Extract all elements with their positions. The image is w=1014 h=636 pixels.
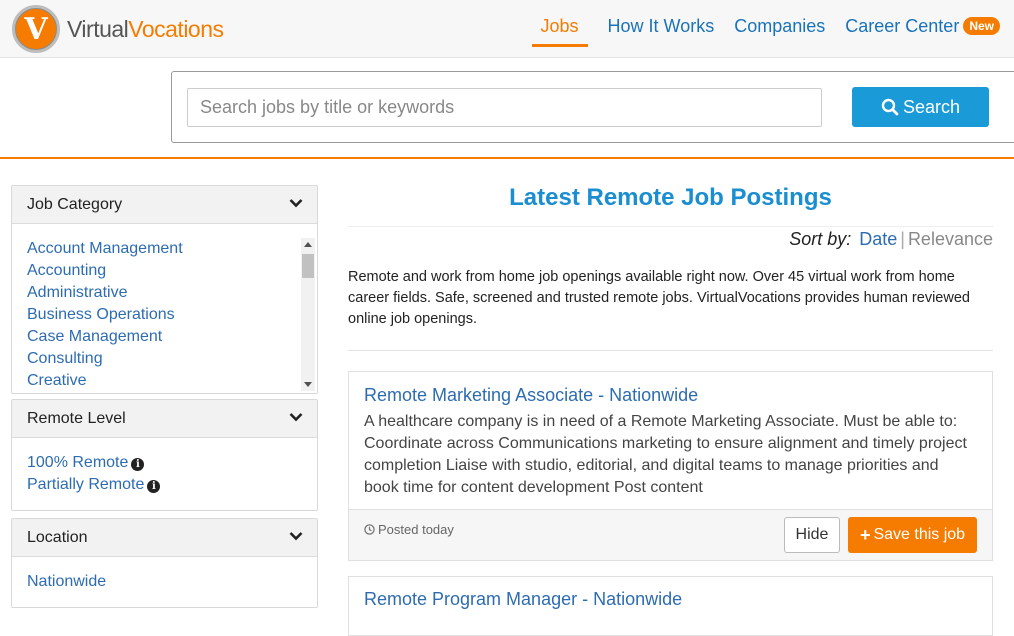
sort-by-relevance[interactable]: Relevance	[908, 229, 993, 249]
job-title-link[interactable]: Remote Program Manager - Nationwide	[349, 577, 992, 610]
job-card-footer: Posted today Hide + Save this job	[349, 509, 992, 560]
nav-companies[interactable]: Companies	[734, 0, 825, 47]
save-job-button[interactable]: + Save this job	[848, 517, 977, 553]
category-creative[interactable]: Creative	[27, 370, 302, 392]
info-icon[interactable]: i	[147, 480, 161, 493]
scroll-down-arrow-icon[interactable]	[304, 382, 312, 387]
info-icon[interactable]: i	[131, 458, 145, 471]
category-administrative[interactable]: Administrative	[27, 282, 302, 304]
sort-label: Sort by:	[789, 229, 852, 249]
remote-level-partially[interactable]: Partially Remote i	[27, 474, 302, 496]
category-case-management[interactable]: Case Management	[27, 326, 302, 348]
divider	[348, 226, 993, 227]
job-card: Remote Program Manager - Nationwide	[348, 576, 993, 636]
search-band: Search	[0, 58, 1014, 159]
chevron-down-icon	[289, 532, 303, 541]
remote-level-title: Remote Level	[27, 410, 126, 427]
category-business-operations[interactable]: Business Operations	[27, 304, 302, 326]
job-title-link[interactable]: Remote Marketing Associate - Nationwide	[349, 372, 992, 406]
location-title: Location	[27, 529, 88, 546]
location-header[interactable]: Location	[12, 519, 317, 557]
posted-date: Posted today	[364, 522, 454, 537]
sort-separator: |	[900, 229, 905, 249]
job-category-header[interactable]: Job Category	[12, 186, 317, 224]
posted-date-text: Posted today	[378, 522, 454, 537]
location-nationwide[interactable]: Nationwide	[27, 571, 302, 593]
site-header: V VirtualVocations Jobs How It Works Com…	[0, 0, 1014, 58]
sort-control: Sort by: Date | Relevance	[789, 229, 993, 250]
nav-how-it-works[interactable]: How It Works	[608, 0, 715, 47]
location-panel: Location Nationwide	[11, 518, 318, 608]
search-input[interactable]	[187, 88, 822, 127]
nav-jobs[interactable]: Jobs	[531, 0, 588, 47]
location-list: Nationwide	[12, 557, 317, 593]
page-title: Latest Remote Job Postings	[509, 184, 832, 211]
plus-icon: +	[859, 524, 871, 545]
search-icon	[881, 98, 899, 116]
scroll-up-arrow-icon[interactable]	[304, 242, 312, 247]
search-box: Search	[171, 71, 1014, 143]
logo-badge-icon: V	[12, 5, 60, 53]
category-account-management[interactable]: Account Management	[27, 238, 302, 260]
remote-level-100-percent[interactable]: 100% Remote i	[27, 452, 302, 474]
remote-level-partial-label: Partially Remote	[27, 476, 145, 493]
job-category-panel: Job Category Account Management Accounti…	[11, 185, 318, 394]
search-button-label: Search	[902, 96, 961, 117]
site-logo[interactable]: V VirtualVocations	[12, 5, 224, 53]
chevron-down-icon	[289, 199, 303, 208]
job-card: Remote Marketing Associate - Nationwide …	[348, 371, 993, 561]
chevron-down-icon	[289, 413, 303, 422]
intro-text: Remote and work from home job openings a…	[348, 269, 970, 327]
category-scrollbar[interactable]	[301, 238, 315, 391]
clock-icon	[364, 524, 375, 535]
search-button[interactable]: Search	[852, 87, 989, 127]
remote-level-header[interactable]: Remote Level	[12, 400, 317, 438]
logo-wordmark: VirtualVocations	[67, 15, 224, 42]
new-badge: New	[963, 17, 1000, 35]
category-accounting[interactable]: Accounting	[27, 260, 302, 282]
job-description: A healthcare company is in need of a Rem…	[364, 413, 967, 496]
remote-level-panel: Remote Level 100% Remote i Partially Remo…	[11, 399, 318, 511]
remote-level-list: 100% Remote i Partially Remote i	[12, 438, 317, 496]
job-category-title: Job Category	[27, 196, 123, 213]
job-category-list: Account Management Accounting Administra…	[12, 224, 317, 392]
hide-job-button[interactable]: Hide	[784, 517, 840, 553]
main-nav: Jobs How It Works Companies Career Cente…	[512, 0, 1000, 58]
save-job-label: Save this job	[873, 526, 966, 543]
nav-career-center-label: Career Center	[845, 16, 960, 36]
scroll-thumb[interactable]	[302, 254, 314, 278]
nav-career-center[interactable]: Career Center New	[845, 0, 1000, 47]
sort-by-date[interactable]: Date	[859, 229, 897, 249]
category-consulting[interactable]: Consulting	[27, 348, 302, 370]
remote-level-100-label: 100% Remote	[27, 454, 129, 471]
divider	[348, 350, 993, 351]
